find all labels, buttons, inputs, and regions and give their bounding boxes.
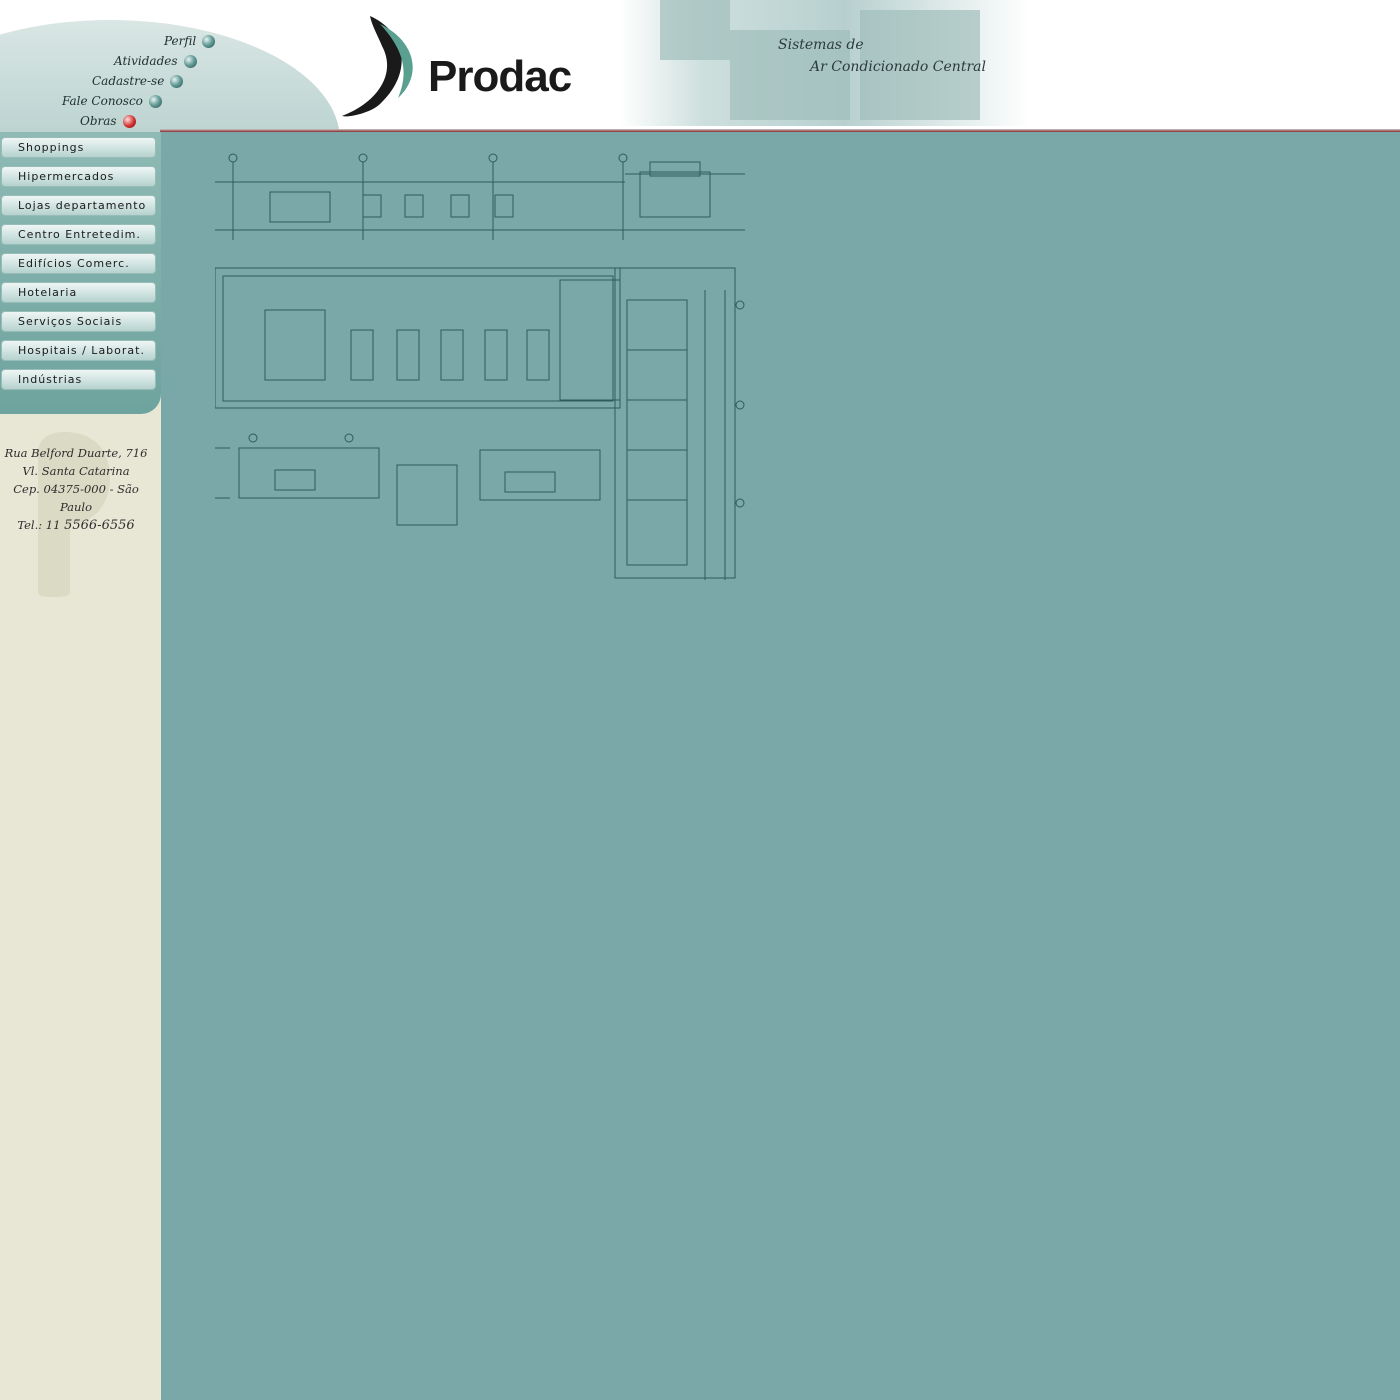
top-menu-fale-conosco[interactable]: Fale Conosco bbox=[62, 94, 162, 108]
company-address: Rua Belford Duarte, 716 Vl. Santa Catari… bbox=[0, 444, 152, 535]
address-street: Rua Belford Duarte, 716 bbox=[4, 446, 148, 460]
address-city: Cep. 04375-000 - São Paulo bbox=[13, 482, 139, 514]
category-edificios-comerciais[interactable]: Edifícios Comerc. bbox=[1, 253, 156, 274]
elevation-view bbox=[215, 153, 745, 240]
category-hipermercados[interactable]: Hipermercados bbox=[1, 166, 156, 187]
top-menu-atividades[interactable]: Atividades bbox=[114, 54, 197, 68]
orb-icon bbox=[202, 34, 216, 48]
plan-view bbox=[215, 267, 745, 580]
category-lojas-departamento[interactable]: Lojas departamento bbox=[1, 195, 156, 216]
address-district: Vl. Santa Catarina bbox=[22, 464, 130, 478]
orb-icon bbox=[148, 94, 162, 108]
top-menu-perfil[interactable]: Perfil bbox=[164, 34, 216, 48]
category-servicos-sociais[interactable]: Serviços Sociais bbox=[1, 311, 156, 332]
prodac-logo[interactable]: Prodac bbox=[336, 12, 596, 122]
top-menu-label: Atividades bbox=[114, 54, 178, 68]
tagline-line2: Ar Condicionado Central bbox=[810, 59, 986, 75]
tagline: Sistemas de Ar Condicionado Central bbox=[778, 34, 986, 78]
top-menu-label: Cadastre-se bbox=[92, 74, 165, 88]
orb-icon bbox=[170, 74, 184, 88]
category-hospitais[interactable]: Hospitais / Laborat. bbox=[1, 340, 156, 361]
main-content bbox=[161, 132, 1400, 1400]
logo-wordmark: Prodac bbox=[428, 52, 572, 101]
phone-number: 5566-6556 bbox=[64, 518, 135, 533]
phone-prefix: Tel.: 11 bbox=[17, 518, 61, 532]
logo-swoosh-icon bbox=[342, 16, 413, 117]
technical-drawing-image bbox=[215, 153, 745, 580]
section-views bbox=[215, 433, 601, 526]
top-menu-label: Obras bbox=[80, 114, 117, 128]
down-arrow-icon bbox=[122, 114, 136, 128]
address-phone: Tel.: 11 5566-6556 bbox=[0, 516, 152, 535]
orb-icon bbox=[183, 54, 197, 68]
header: Perfil Atividades Cadastre-se Fale Conos… bbox=[0, 0, 1400, 132]
top-menu: Perfil Atividades Cadastre-se Fale Conos… bbox=[0, 30, 240, 130]
category-centro-entretenimento[interactable]: Centro Entretedim. bbox=[1, 224, 156, 245]
category-shoppings[interactable]: Shoppings bbox=[1, 137, 156, 158]
sidebar: Shoppings Hipermercados Lojas departamen… bbox=[0, 132, 161, 1400]
tagline-line1: Sistemas de bbox=[778, 37, 864, 53]
top-menu-label: Perfil bbox=[164, 34, 197, 48]
top-menu-label: Fale Conosco bbox=[62, 94, 143, 108]
category-hotelaria[interactable]: Hotelaria bbox=[1, 282, 156, 303]
category-industrias[interactable]: Indústrias bbox=[1, 369, 156, 390]
top-menu-cadastre[interactable]: Cadastre-se bbox=[92, 74, 184, 88]
top-menu-obras[interactable]: Obras bbox=[80, 114, 136, 128]
